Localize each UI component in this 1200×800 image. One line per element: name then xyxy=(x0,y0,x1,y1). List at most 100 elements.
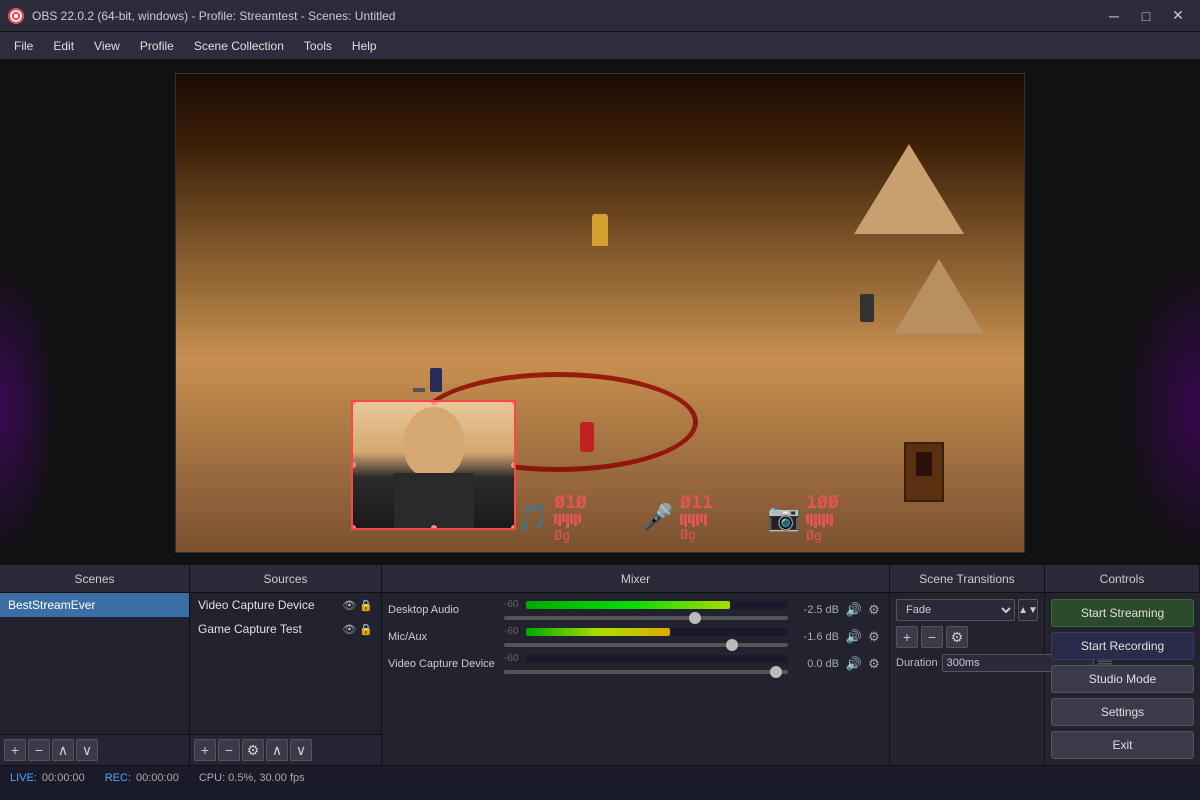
scene-down-button[interactable]: ∨ xyxy=(76,739,98,761)
mixer-header: Mixer xyxy=(382,565,890,592)
source-down-button[interactable]: ∨ xyxy=(290,739,312,761)
start-recording-button[interactable]: Start Recording xyxy=(1051,632,1194,660)
webcam-corner-tr xyxy=(511,400,516,405)
video-mute-button[interactable]: 🔊 xyxy=(845,655,863,673)
source-lock-icon[interactable]: 🔒 xyxy=(359,599,373,612)
ambient-right xyxy=(1120,260,1200,560)
channel-db-mic: -1.6 dB xyxy=(794,631,839,643)
bottom-panel: Scenes Sources Mixer Scene Transitions C… xyxy=(0,565,1200,765)
window-title: OBS 22.0.2 (64-bit, windows) - Profile: … xyxy=(32,9,1100,23)
source-settings-button[interactable]: ⚙ xyxy=(242,739,264,761)
channel-meter-desktop: -60 xyxy=(504,599,788,620)
transition-add-button[interactable]: + xyxy=(896,626,918,648)
sources-header: Sources xyxy=(190,565,382,592)
channel-meter-video: -60 xyxy=(504,653,788,674)
source-add-button[interactable]: + xyxy=(194,739,216,761)
source-item-game-capture[interactable]: Game Capture Test 👁 🔒 xyxy=(190,617,381,641)
scene-up-button[interactable]: ∧ xyxy=(52,739,74,761)
preview-meter-2: 🎤 Ø11 Øg xyxy=(642,492,713,543)
channel-icons-desktop: 🔊 ⚙ xyxy=(845,601,883,619)
window-controls: ─ □ ✕ xyxy=(1100,6,1192,26)
meter-2-bars xyxy=(680,514,713,527)
controls-panel: Start Streaming Start Recording Studio M… xyxy=(1045,593,1200,765)
mic-settings-button[interactable]: ⚙ xyxy=(865,628,883,646)
scene-remove-button[interactable]: − xyxy=(28,739,50,761)
webcam-mid-right xyxy=(511,462,516,468)
source-eye-icon[interactable]: 👁 xyxy=(342,599,356,612)
desktop-settings-button[interactable]: ⚙ xyxy=(865,601,883,619)
rec-label: REC: xyxy=(105,772,131,784)
webcam-corner-br xyxy=(511,525,516,530)
channel-label-mic: Mic/Aux xyxy=(388,631,498,643)
char-1 xyxy=(592,214,608,246)
source-lock-icon-2[interactable]: 🔒 xyxy=(359,623,373,636)
meter-1-bars xyxy=(554,514,587,528)
menubar: File Edit View Profile Scene Collection … xyxy=(0,32,1200,60)
scene-list: BestStreamEver xyxy=(0,593,189,734)
statusbar: LIVE: 00:00:00 REC: 00:00:00 CPU: 0.5%, … xyxy=(0,765,1200,790)
menu-view[interactable]: View xyxy=(84,35,130,57)
desktop-vol-slider[interactable] xyxy=(504,616,788,620)
meter-2-number: Ø11 xyxy=(680,492,713,513)
source-list: Video Capture Device 👁 🔒 Game Capture Te… xyxy=(190,593,381,734)
studio-mode-button[interactable]: Studio Mode xyxy=(1051,665,1194,693)
menu-file[interactable]: File xyxy=(4,35,43,57)
door xyxy=(904,442,944,502)
source-up-button[interactable]: ∧ xyxy=(266,739,288,761)
meter-1-sub: Øg xyxy=(554,529,587,544)
source-label-game: Game Capture Test xyxy=(198,622,302,636)
menu-edit[interactable]: Edit xyxy=(43,35,84,57)
preview-area: 🎵 Ø1Ø Øg xyxy=(0,60,1200,565)
source-item-video-capture[interactable]: Video Capture Device 👁 🔒 xyxy=(190,593,381,617)
scene-item-beststream[interactable]: BestStreamEver xyxy=(0,593,189,617)
channel-label-video: Video Capture Device xyxy=(388,658,498,670)
source-remove-button[interactable]: − xyxy=(218,739,240,761)
scenes-header: Scenes xyxy=(0,565,190,592)
menu-tools[interactable]: Tools xyxy=(294,35,342,57)
duration-label: Duration xyxy=(896,657,938,669)
scenes-toolbar: + − ∧ ∨ xyxy=(0,734,189,765)
desktop-mute-button[interactable]: 🔊 xyxy=(845,601,863,619)
preview-meters-container: 🎵 Ø1Ø Øg xyxy=(516,492,839,544)
mixer-channel-desktop: Desktop Audio -60 -2.5 dB 🔊 ⚙ xyxy=(388,599,883,620)
controls-header: Controls xyxy=(1045,565,1200,592)
meter-2-icon: 🎤 xyxy=(642,502,674,533)
live-label: LIVE: xyxy=(10,772,37,784)
mic-vol-slider[interactable] xyxy=(504,643,788,647)
close-button[interactable]: ✕ xyxy=(1164,6,1192,26)
transition-settings-button[interactable]: ⚙ xyxy=(946,626,968,648)
duration-row: Duration ▲ ▼ xyxy=(896,653,1038,672)
start-streaming-button[interactable]: Start Streaming xyxy=(1051,599,1194,627)
exit-button[interactable]: Exit xyxy=(1051,731,1194,759)
mixer-channel-mic: Mic/Aux -60 -1.6 dB 🔊 ⚙ xyxy=(388,626,883,647)
transition-remove-button[interactable]: − xyxy=(921,626,943,648)
webcam-corner-tl xyxy=(351,400,356,405)
panel-headers: Scenes Sources Mixer Scene Transitions C… xyxy=(0,565,1200,593)
meter-3-sub: Øg xyxy=(806,529,839,544)
source-eye-icon-2[interactable]: 👁 xyxy=(342,623,356,636)
meter-3-icon: 📷 xyxy=(768,502,800,533)
live-status: LIVE: 00:00:00 xyxy=(10,772,85,784)
source-icons-video: 👁 🔒 xyxy=(342,599,373,612)
mic-mute-button[interactable]: 🔊 xyxy=(845,628,863,646)
webcam-head xyxy=(404,407,464,477)
transition-type-select[interactable]: Fade Cut Swipe Slide Stinger xyxy=(896,599,1015,621)
meter-1-number: Ø1Ø xyxy=(554,492,587,513)
settings-button[interactable]: Settings xyxy=(1051,698,1194,726)
rec-time: 00:00:00 xyxy=(136,772,179,784)
meter-1-icon: 🎵 xyxy=(516,502,548,533)
scene-add-button[interactable]: + xyxy=(4,739,26,761)
titlebar: OBS 22.0.2 (64-bit, windows) - Profile: … xyxy=(0,0,1200,32)
minimize-button[interactable]: ─ xyxy=(1100,6,1128,26)
meter-3-bars xyxy=(806,514,839,528)
maximize-button[interactable]: □ xyxy=(1132,6,1160,26)
mixer-channel-video: Video Capture Device -60 0.0 dB 🔊 xyxy=(388,653,883,674)
webcam-corner-bl xyxy=(351,525,356,530)
transition-select-arrow[interactable]: ▲▼ xyxy=(1018,599,1038,621)
menu-scene-collection[interactable]: Scene Collection xyxy=(184,35,294,57)
menu-help[interactable]: Help xyxy=(342,35,387,57)
meter-3-number: 1ØØ xyxy=(806,492,839,513)
video-vol-slider[interactable] xyxy=(504,670,788,674)
video-settings-button[interactable]: ⚙ xyxy=(865,655,883,673)
menu-profile[interactable]: Profile xyxy=(130,35,184,57)
